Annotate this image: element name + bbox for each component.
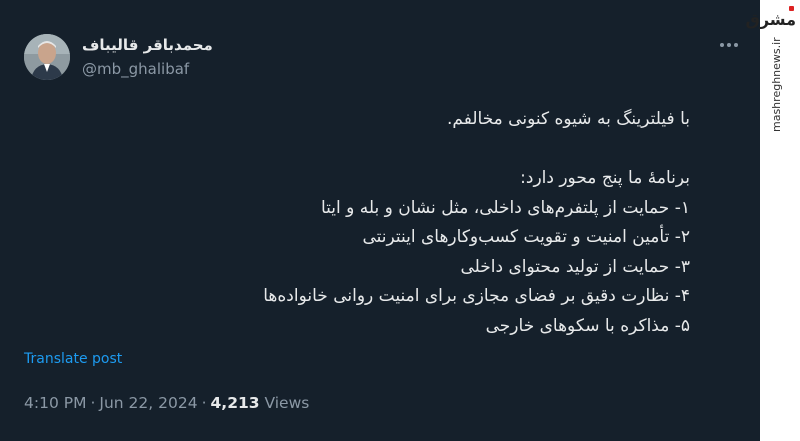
news-logo: مشرق <box>745 10 796 29</box>
separator-dot: · <box>90 394 96 412</box>
post-line: ۳- حمایت از تولید محتوای داخلی <box>460 256 690 277</box>
post-line: ۵- مذاکره با سکوهای خارجی <box>485 315 690 336</box>
post-text: با فیلترینگ به شیوه کنونی مخالفم. برنامه… <box>70 105 690 341</box>
post-date[interactable]: Jun 22, 2024 <box>99 394 197 412</box>
post-line-blank <box>70 135 690 165</box>
watermark-strip: مشرق mashreghnews.ir <box>745 0 800 441</box>
post-line: ۱- حمایت از پلتفرم‌های داخلی، مثل نشان و… <box>320 197 690 218</box>
post-line: برنامهٔ ما پنج محور دارد: <box>520 168 690 188</box>
logo-mark <box>789 6 794 11</box>
author-handle[interactable]: @mb_ghalibaf <box>82 60 189 78</box>
views-count: 4,213 <box>210 394 260 412</box>
post-line: با فیلترینگ به شیوه کنونی مخالفم. <box>447 109 690 129</box>
translate-post-link[interactable]: Translate post <box>24 351 122 367</box>
views-label: Views <box>264 394 310 412</box>
watermark-site: mashreghnews.ir <box>770 37 783 132</box>
post-meta: 4:10 PM · Jun 22, 2024 · 4,213 Views <box>24 394 309 412</box>
post-time[interactable]: 4:10 PM <box>24 394 86 412</box>
avatar[interactable] <box>24 34 70 80</box>
author-name[interactable]: محمدباقر قالیباف <box>82 36 213 54</box>
more-options-icon[interactable] <box>716 34 742 56</box>
post-line: ۲- تأمین امنیت و تقویت کسب‌وکارهای اینتر… <box>362 227 690 247</box>
post-card: محمدباقر قالیباف @mb_ghalibaf با فیلترین… <box>0 0 760 441</box>
separator-dot: · <box>201 394 207 412</box>
post-line: ۴- نظارت دقیق بر فضای مجازی برای امنیت ر… <box>263 286 690 306</box>
